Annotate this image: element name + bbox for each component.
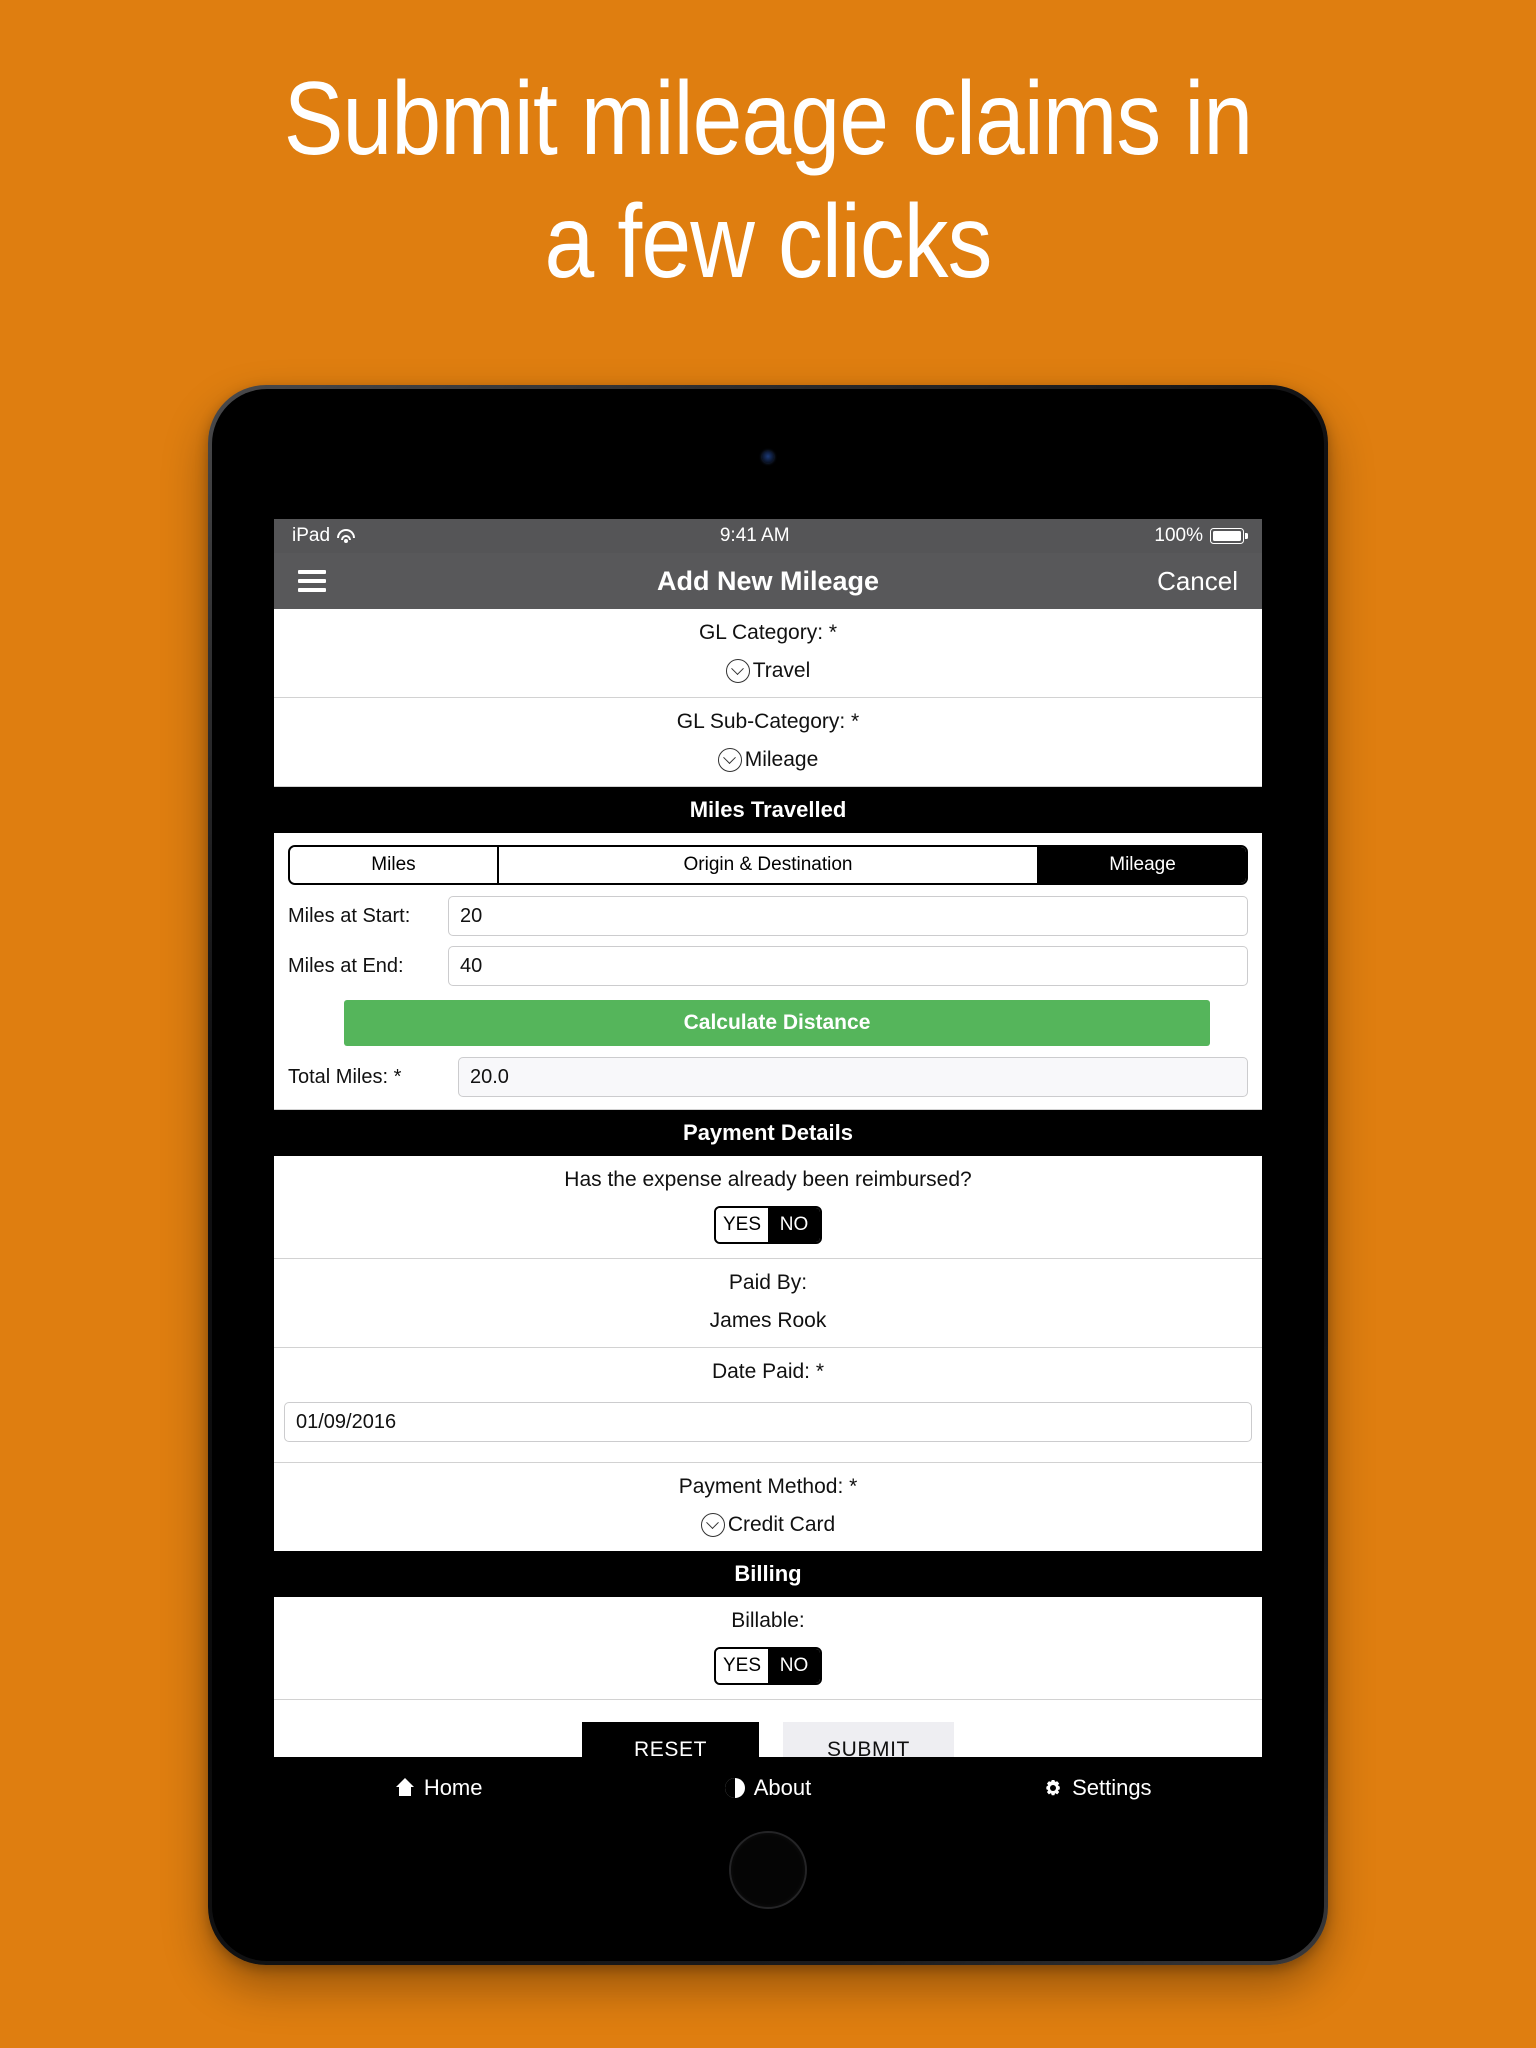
calculate-distance-wrap: Calculate Distance [274,991,1262,1052]
navigation-bar: Add New Mileage Cancel [274,553,1262,609]
segment-origin-destination[interactable]: Origin & Destination [498,847,1040,883]
device-bezel: iPad 9:41 AM 100% Add New Mileage Cancel [212,389,1324,1961]
carrier-label: iPad [292,525,331,546]
miles-at-start-input[interactable]: 20 [448,896,1248,936]
submit-button[interactable]: SUBMIT [783,1722,954,1757]
promo-headline: Submit mileage claims in a few clicks [108,58,1429,303]
ipad-device-frame: iPad 9:41 AM 100% Add New Mileage Cancel [208,385,1328,1965]
status-bar-time: 9:41 AM [719,525,790,546]
total-miles-input[interactable]: 20.0 [458,1057,1248,1097]
billable-toggle-yes[interactable]: YES [716,1649,768,1683]
reimbursed-toggle[interactable]: YES NO [714,1206,822,1244]
gl-category-picker[interactable]: Travel [725,659,811,683]
calculate-distance-button[interactable]: Calculate Distance [344,1000,1210,1046]
payment-method-label: Payment Method: * [678,1475,858,1498]
home-icon [395,1778,415,1798]
miles-at-start-label: Miles at Start: [288,904,411,927]
paid-by-row: Paid By: James Rook [274,1259,1262,1348]
chevron-down-circle-icon [725,659,750,683]
status-bar-left: iPad [292,525,356,547]
payment-method-row: Payment Method: * Credit Card [274,1463,1262,1551]
miles-at-end-input[interactable]: 40 [448,946,1248,986]
date-paid-field-wrap: 01/09/2016 [274,1398,1262,1448]
tab-about-label: About [753,1775,812,1800]
chevron-down-circle-icon [717,748,742,772]
payment-method-value: Credit Card [727,1513,836,1536]
miles-at-end-row: Miles at End: 40 [274,941,1262,991]
status-bar: iPad 9:41 AM 100% [274,519,1262,553]
reimbursed-row: Has the expense already been reimbursed?… [274,1156,1262,1259]
miles-at-start-row: Miles at Start: 20 [274,891,1262,941]
headline-line-2: a few clicks [544,183,993,300]
gl-category-label: GL Category: * [698,621,838,644]
gl-sub-category-row: GL Sub-Category: * Mileage [274,698,1262,787]
date-paid-input[interactable]: 01/09/2016 [284,1402,1252,1442]
segment-mileage[interactable]: Mileage [1039,847,1246,883]
segment-miles[interactable]: Miles [290,847,499,883]
battery-full-icon [1210,528,1248,544]
gl-category-row: GL Category: * Travel [274,609,1262,698]
paid-by-label: Paid By: [728,1271,808,1294]
bottom-tab-bar: Home About Settings [274,1757,1262,1819]
front-camera-icon [762,451,774,463]
tab-about[interactable]: About [603,1757,932,1819]
billable-label: Billable: [731,1609,805,1632]
paid-by-value: James Rook [709,1309,827,1332]
tab-settings-label: Settings [1072,1775,1152,1800]
reimbursed-toggle-no[interactable]: NO [768,1208,820,1242]
gl-category-value: Travel [752,659,811,682]
payment-method-picker[interactable]: Credit Card [700,1513,836,1537]
reimbursed-toggle-yes[interactable]: YES [716,1208,768,1242]
battery-percent-label: 100% [1154,525,1203,546]
total-miles-row: Total Miles: * 20.0 [274,1052,1262,1110]
miles-mode-segmented-wrap: Miles Origin & Destination Mileage [274,833,1262,891]
section-header-payment-details: Payment Details [274,1110,1262,1156]
miles-at-end-label: Miles at End: [288,954,404,977]
chevron-down-circle-icon [700,1513,725,1537]
billable-toggle[interactable]: YES NO [714,1647,822,1685]
headline-line-1: Submit mileage claims in [283,61,1253,177]
tab-home-label: Home [423,1775,483,1800]
tab-home[interactable]: Home [274,1757,603,1819]
info-circle-icon [724,1778,745,1798]
home-button[interactable] [729,1831,807,1909]
gear-icon [1043,1778,1063,1798]
section-header-billing: Billing [274,1551,1262,1597]
gl-sub-category-value: Mileage [744,748,819,771]
app-screen: iPad 9:41 AM 100% Add New Mileage Cancel [274,519,1262,1819]
tab-settings[interactable]: Settings [933,1757,1262,1819]
billable-row: Billable: YES NO [274,1597,1262,1700]
miles-mode-segmented-control: Miles Origin & Destination Mileage [288,845,1248,885]
gl-sub-category-label: GL Sub-Category: * [676,710,860,733]
form-actions: RESET SUBMIT [274,1700,1262,1757]
gl-sub-category-picker[interactable]: Mileage [717,748,819,772]
wifi-icon [337,529,356,543]
total-miles-label: Total Miles: * [288,1065,402,1088]
section-header-miles-travelled: Miles Travelled [274,787,1262,833]
date-paid-label: Date Paid: * [711,1360,825,1383]
page-title: Add New Mileage [656,565,880,596]
billable-toggle-no[interactable]: NO [768,1649,820,1683]
mileage-form: GL Category: * Travel GL Sub-Category: *… [274,609,1262,1757]
reimbursed-question-label: Has the expense already been reimbursed? [564,1168,972,1191]
reset-button[interactable]: RESET [582,1722,760,1757]
hamburger-menu-icon[interactable] [298,570,326,592]
status-bar-right: 100% [1154,525,1248,547]
cancel-button[interactable]: Cancel [1157,566,1238,597]
date-paid-row: Date Paid: * 01/09/2016 [274,1348,1262,1463]
